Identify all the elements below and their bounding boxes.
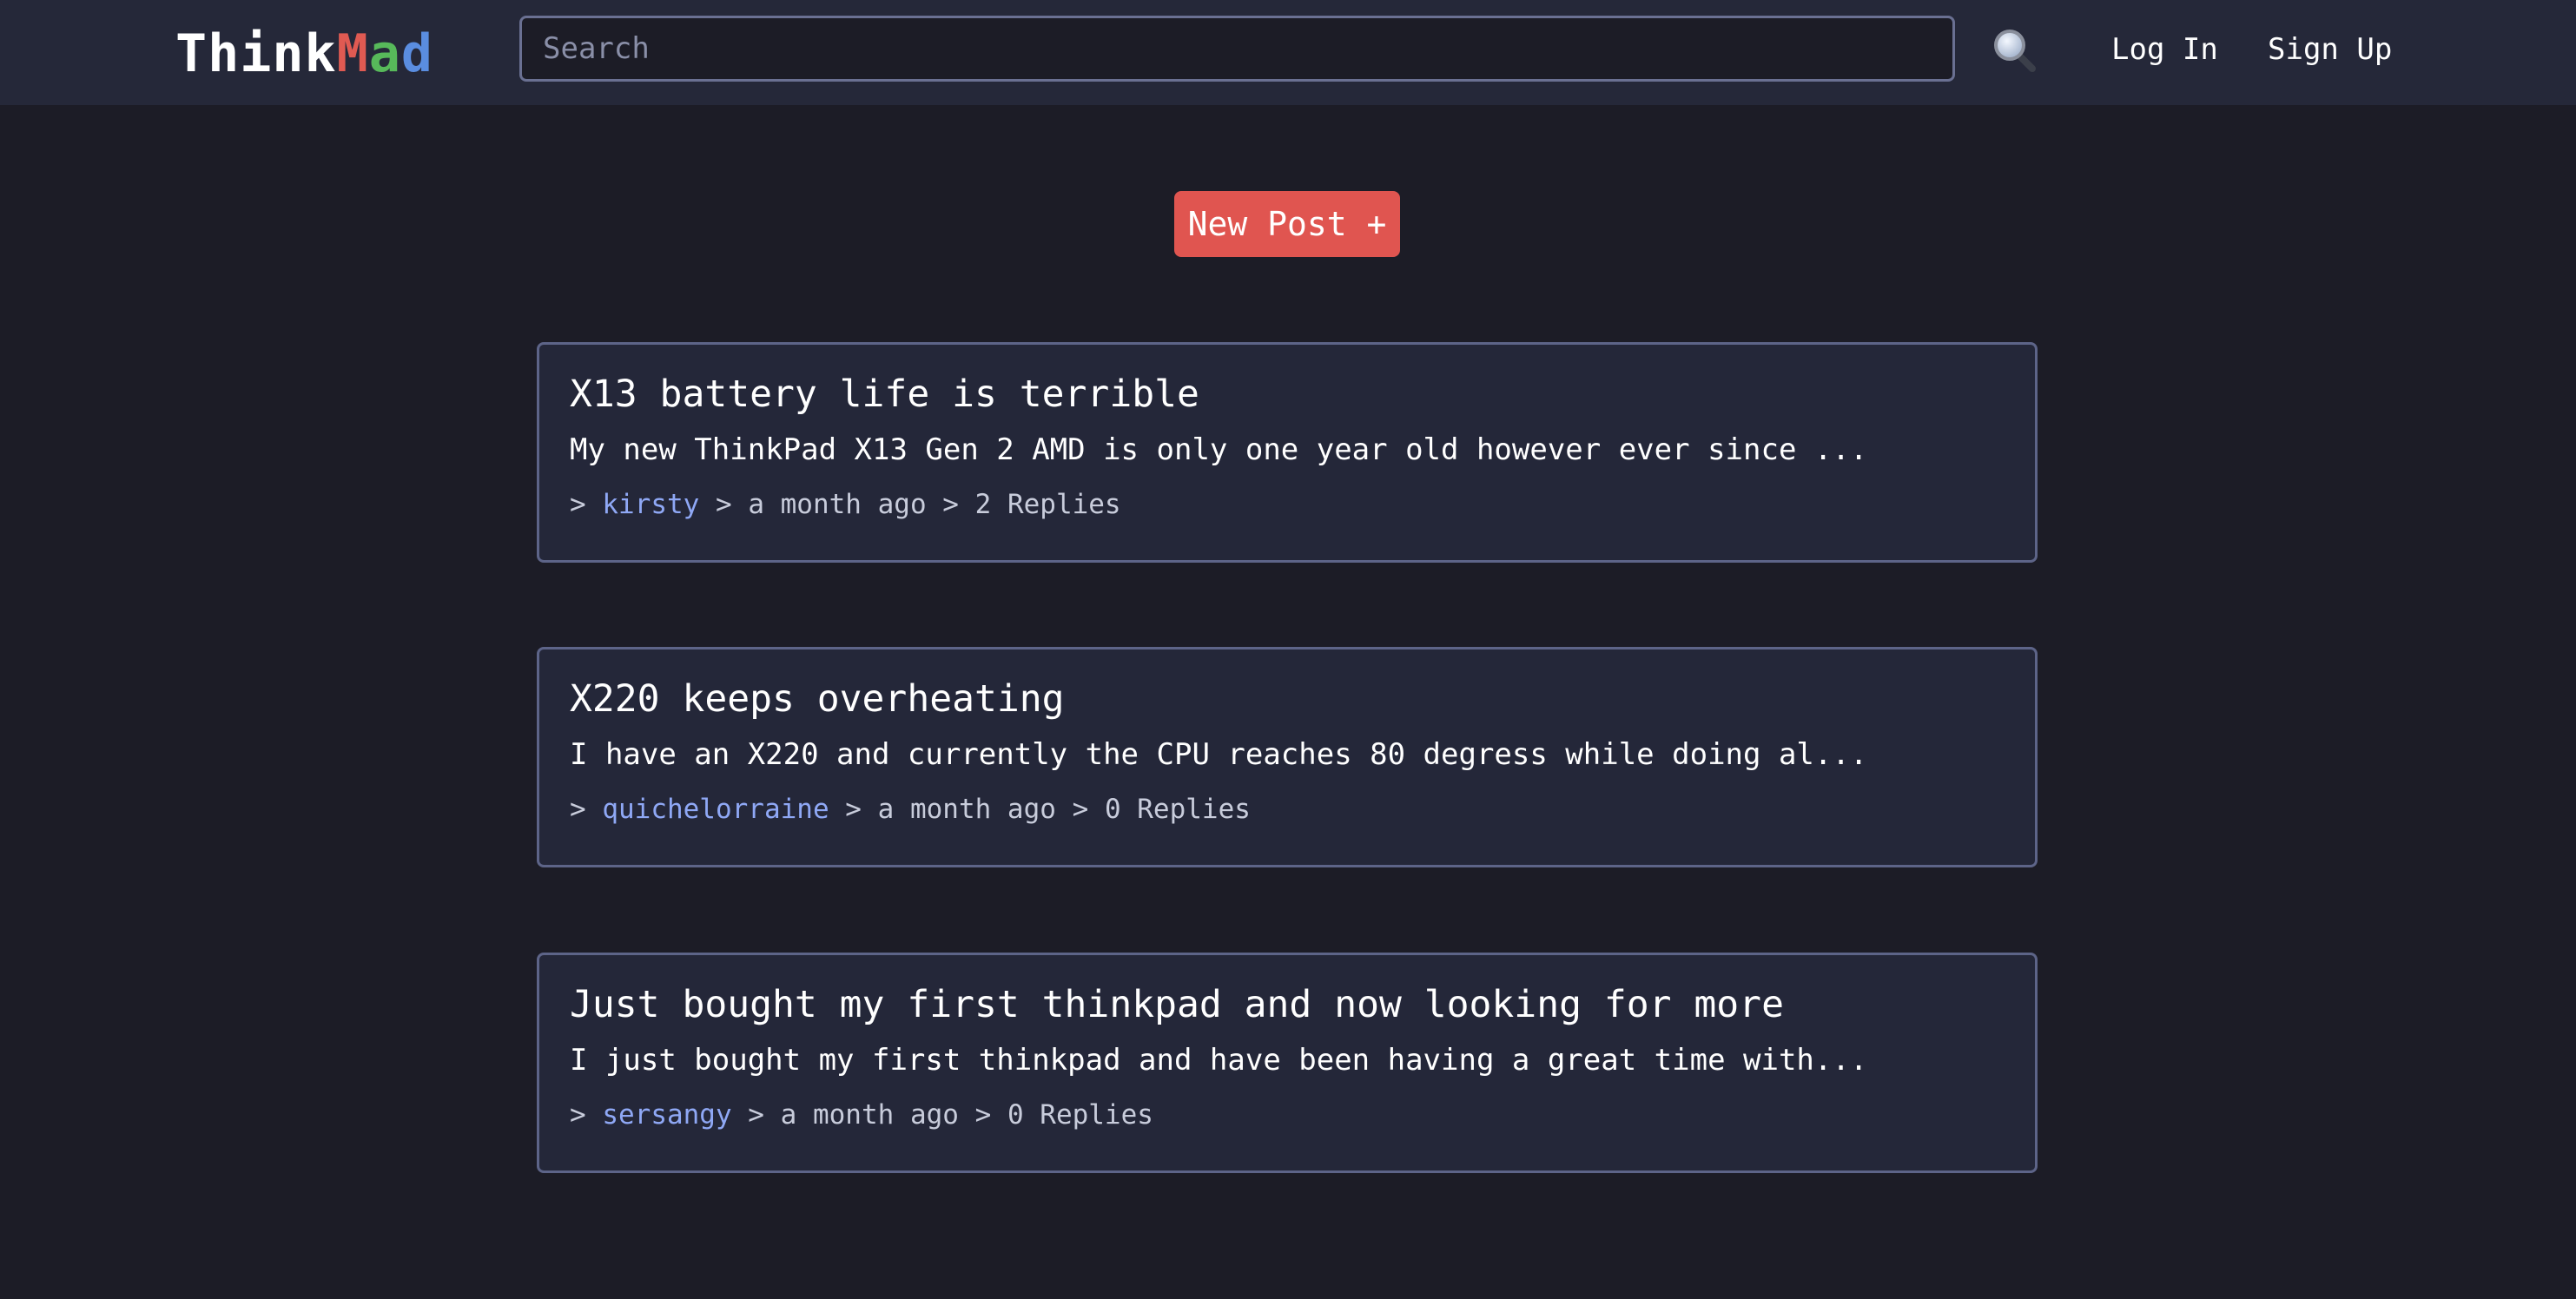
- post-author-link[interactable]: sersangy: [602, 1099, 731, 1131]
- top-navbar: ThinkMad Log In Sign Up: [0, 0, 2576, 105]
- post-time: a month ago: [877, 794, 1056, 825]
- login-link[interactable]: Log In: [2111, 30, 2218, 69]
- post-title[interactable]: Just bought my first thinkpad and now lo…: [570, 979, 1784, 1030]
- post-excerpt: My new ThinkPad X13 Gen 2 AMD is only on…: [570, 432, 1868, 467]
- post-excerpt: I just bought my first thinkpad and have…: [570, 1043, 1868, 1078]
- post-meta: > sersangy > a month ago > 0 Replies: [570, 1099, 1153, 1131]
- post-card[interactable]: X220 keeps overheating I have an X220 an…: [537, 647, 2038, 867]
- post-replies: 0 Replies: [1104, 794, 1251, 825]
- site-logo[interactable]: Think Ma d: [175, 23, 433, 85]
- logo-d: d: [400, 23, 433, 84]
- post-meta: > kirsty > a month ago > 2 Replies: [570, 489, 1121, 520]
- signup-link[interactable]: Sign Up: [2268, 30, 2392, 69]
- post-author-link[interactable]: quichelorraine: [602, 794, 829, 825]
- post-title[interactable]: X13 battery life is terrible: [570, 369, 1199, 419]
- new-post-button[interactable]: New Post +: [1174, 191, 1400, 257]
- search-input[interactable]: [519, 16, 1955, 82]
- search-icon[interactable]: [1991, 26, 2039, 75]
- post-author-link[interactable]: kirsty: [602, 489, 699, 520]
- post-title[interactable]: X220 keeps overheating: [570, 674, 1065, 724]
- post-meta: > quichelorraine > a month ago > 0 Repli…: [570, 794, 1251, 825]
- logo-m: M: [336, 23, 369, 84]
- post-time: a month ago: [748, 489, 927, 520]
- logo-a: a: [368, 23, 401, 84]
- post-card[interactable]: Just bought my first thinkpad and now lo…: [537, 953, 2038, 1173]
- post-time: a month ago: [780, 1099, 959, 1131]
- post-card[interactable]: X13 battery life is terrible My new Thin…: [537, 342, 2038, 563]
- post-replies: 0 Replies: [1007, 1099, 1153, 1131]
- logo-think: Think: [175, 23, 337, 84]
- post-replies: 2 Replies: [974, 489, 1121, 520]
- post-excerpt: I have an X220 and currently the CPU rea…: [570, 737, 1868, 772]
